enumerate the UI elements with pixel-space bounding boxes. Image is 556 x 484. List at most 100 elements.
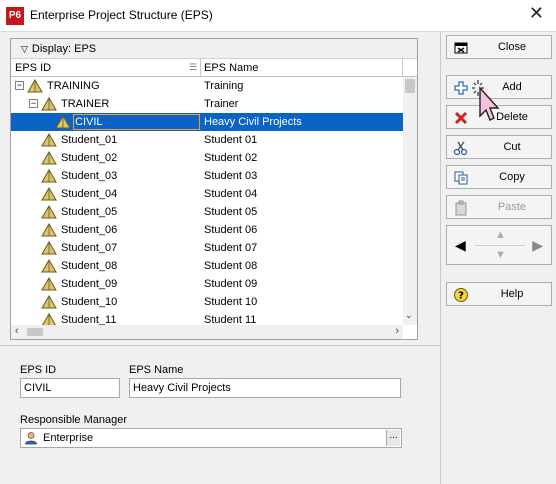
eps-id-cell: TRAINING (47, 80, 100, 92)
panel-divider (440, 32, 441, 484)
scroll-thumb[interactable] (405, 79, 415, 93)
chevron-down-icon[interactable]: ▽ (21, 44, 28, 55)
eps-name-cell: Student 06 (204, 224, 258, 236)
chevron-right-icon[interactable]: › (395, 325, 399, 337)
eps-node-icon (41, 133, 57, 147)
eps-name-cell: Student 03 (204, 170, 258, 182)
eps-name-cell: Trainer (204, 98, 239, 110)
eps-name-cell: Student 07 (204, 242, 258, 254)
eps-node-icon (41, 241, 57, 255)
p6-app-icon: P6 (6, 7, 24, 25)
responsible-manager-field[interactable]: Enterprise ... (20, 428, 402, 448)
table-row[interactable]: Student_09 Student 09 (11, 275, 403, 293)
move-divider (475, 245, 525, 246)
eps-id-cell: Student_01 (61, 134, 118, 146)
vertical-scrollbar[interactable]: ⌄ (403, 77, 417, 325)
user-icon (25, 432, 37, 445)
table-row[interactable]: − TRAINER Trainer (11, 95, 403, 113)
eps-id-cell: Student_03 (61, 170, 118, 182)
eps-id-field[interactable]: CIVIL (20, 378, 120, 398)
eps-name-cell[interactable]: Heavy Civil Projects (204, 116, 302, 128)
move-buttons: ◀ ▲ ▼ ▶ (446, 225, 552, 265)
scissors-icon (453, 141, 468, 156)
table-row[interactable]: Student_07 Student 07 (11, 239, 403, 257)
close-button[interactable]: Close (446, 35, 552, 59)
table-row[interactable]: Student_04 Student 04 (11, 185, 403, 203)
close-window-icon (454, 42, 468, 54)
eps-id-cell[interactable]: CIVIL (75, 116, 103, 128)
table-row[interactable]: Student_05 Student 05 (11, 203, 403, 221)
collapse-icon[interactable]: − (15, 81, 24, 90)
table-row[interactable]: Student_03 Student 03 (11, 167, 403, 185)
eps-grid: ▽ Display: EPS EPS ID ☰ EPS Name − TRAINI… (10, 38, 418, 340)
eps-name-cell: Student 04 (204, 188, 258, 200)
collapse-icon[interactable]: − (29, 99, 38, 108)
eps-name-cell: Student 11 (204, 314, 257, 325)
column-separator[interactable] (200, 59, 201, 77)
table-row[interactable]: Student_02 Student 02 (11, 149, 403, 167)
eps-node-icon (41, 277, 57, 291)
eps-node-icon (41, 151, 57, 165)
responsible-manager-value: Enterprise (43, 432, 94, 444)
table-row[interactable]: Student_08 Student 08 (11, 257, 403, 275)
copy-button[interactable]: Copy (446, 165, 552, 189)
eps-node-icon (41, 97, 57, 111)
help-button[interactable]: ? Help (446, 282, 552, 306)
scroll-thumb[interactable] (27, 328, 43, 336)
eps-name-cell: Student 09 (204, 278, 258, 290)
horizontal-scrollbar[interactable]: ‹ › (11, 325, 403, 339)
eps-name-cell: Student 05 (204, 206, 258, 218)
delete-x-icon (454, 111, 468, 125)
eps-name-cell: Student 01 (204, 134, 258, 146)
eps-id-label: EPS ID (20, 364, 57, 376)
chevron-left-icon[interactable]: ‹ (15, 325, 19, 337)
chevron-down-icon[interactable]: ⌄ (405, 310, 413, 321)
table-row[interactable]: Student_10 Student 10 (11, 293, 403, 311)
table-row[interactable]: − TRAINING Training (11, 77, 403, 95)
window-close-icon[interactable]: ✕ (529, 3, 544, 24)
move-left-icon[interactable]: ◀ (455, 237, 466, 254)
paste-icon (455, 200, 467, 216)
eps-details-panel: EPS ID CIVIL EPS Name Heavy Civil Projec… (10, 350, 440, 476)
browse-button[interactable]: ... (386, 430, 400, 446)
display-bar[interactable]: ▽ Display: EPS (11, 39, 417, 59)
table-row-selected[interactable]: CIVIL Heavy Civil Projects (11, 113, 403, 131)
svg-text:?: ? (458, 291, 464, 302)
eps-id-cell: Student_04 (61, 188, 118, 200)
display-label: Display: EPS (31, 43, 97, 55)
eps-name-field[interactable]: Heavy Civil Projects (129, 378, 401, 398)
eps-name-cell: Student 08 (204, 260, 258, 272)
eps-name-cell: Student 10 (204, 296, 258, 308)
eps-id-cell: Student_06 (61, 224, 118, 236)
eps-node-icon (27, 79, 43, 93)
eps-id-cell: Student_11 (61, 314, 117, 325)
copy-icon (454, 171, 468, 185)
table-row[interactable]: Student_11 Student 11 (11, 311, 403, 325)
eps-id-cell: Student_02 (61, 152, 118, 164)
eps-id-cell: Student_05 (61, 206, 118, 218)
grid-rows: − TRAINING Training − TRAINER Trainer CI… (11, 77, 403, 325)
paste-button[interactable]: Paste (446, 195, 552, 219)
table-row[interactable]: Student_01 Student 01 (11, 131, 403, 149)
eps-node-icon (41, 169, 57, 183)
eps-node-icon (41, 205, 57, 219)
move-right-icon[interactable]: ▶ (532, 237, 543, 254)
title-bar: P6 Enterprise Project Structure (EPS) ✕ (0, 0, 556, 32)
eps-id-cell: Student_08 (61, 260, 118, 272)
move-down-icon[interactable]: ▼ (495, 249, 506, 261)
filter-icon[interactable]: ☰ (189, 62, 197, 73)
eps-name-cell: Training (204, 80, 244, 92)
paste-label: Paste (497, 201, 527, 213)
help-label: Help (500, 288, 524, 300)
eps-id-cell: Student_07 (61, 242, 118, 254)
eps-node-icon (41, 187, 57, 201)
section-divider (0, 345, 440, 346)
move-up-icon[interactable]: ▲ (495, 229, 506, 241)
eps-node-icon (41, 259, 57, 273)
cut-button[interactable]: Cut (446, 135, 552, 159)
column-header-eps-id[interactable]: EPS ID (15, 62, 51, 74)
cut-label: Cut (503, 141, 521, 153)
table-row[interactable]: Student_06 Student 06 (11, 221, 403, 239)
column-header-eps-name[interactable]: EPS Name (204, 62, 258, 74)
eps-node-icon (41, 295, 57, 309)
